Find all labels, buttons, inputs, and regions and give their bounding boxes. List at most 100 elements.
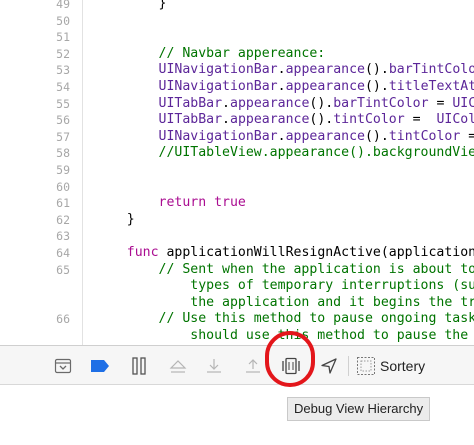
code-token: (). [309, 112, 334, 128]
code-token: . [277, 79, 286, 94]
code-text: UINavigationBar.appearance().barTintColo… [95, 62, 474, 78]
code-token: (). [364, 128, 389, 144]
code-token: types of temporary interruptions (such [95, 278, 474, 294]
line-number: 49 [56, 0, 70, 11]
code-text: } [95, 212, 135, 228]
code-token: barTintColor [333, 95, 429, 111]
code-token: // Sent when the application is about to… [95, 261, 474, 277]
code-line: 55 UITabBar.appearance().barTintColor = … [0, 96, 474, 112]
breakpoint-icon [91, 360, 109, 372]
code-text: UITabBar.appearance().tintColor = UIColo [95, 112, 474, 128]
code-token: = [404, 112, 437, 128]
code-line: 50 [0, 13, 474, 29]
line-number: 51 [56, 30, 70, 45]
breakpoints-toggle-button[interactable] [89, 355, 111, 377]
code-text: the application and it begins the tran [95, 295, 474, 311]
step-into-button[interactable] [203, 355, 225, 377]
code-token: (). [364, 79, 389, 94]
code-text: // Use this method to pause ongoing task… [95, 311, 474, 327]
code-text: //UITableView.appearance().backgroundVie… [95, 145, 474, 161]
code-line: 59 [0, 162, 474, 178]
code-token: } [95, 211, 135, 227]
step-over-button[interactable] [166, 355, 190, 377]
source-editor[interactable]: 49 } 50 51 52 // Navbar appereance: 53 UINav… [0, 0, 474, 345]
code-token: UINavigationBar [95, 62, 278, 78]
code-token: titleTextAtt [388, 79, 474, 94]
line-number: 57 [56, 129, 70, 144]
code-token: appearance [285, 62, 365, 78]
code-token: barTintColor [388, 62, 474, 78]
code-token: UITabBar [95, 95, 223, 111]
annotation-circle [265, 331, 315, 387]
location-arrow-icon [321, 358, 337, 374]
simulate-location-button[interactable] [318, 355, 340, 377]
code-token: UIColo [436, 112, 474, 128]
code-token: //UITableView.appearance().backgroundVie… [95, 145, 474, 161]
toolbar-separator [348, 356, 349, 376]
code-line: 64 func applicationWillResignActive(appl… [0, 245, 474, 261]
step-into-icon [207, 359, 221, 373]
target-selector[interactable] [355, 355, 377, 377]
code-text: UITabBar.appearance().barTintColor = UIC… [95, 96, 474, 112]
dashed-target-icon [357, 357, 375, 375]
code-text: UINavigationBar.appearance().titleTextAt… [95, 79, 474, 95]
pause-icon [132, 357, 146, 375]
line-number: 53 [56, 63, 70, 78]
code-token: = [468, 128, 474, 144]
line-number: 62 [56, 212, 70, 227]
pause-button[interactable] [128, 355, 150, 377]
target-label[interactable]: Sortery [380, 358, 425, 374]
step-over-icon [169, 360, 187, 373]
code-token: . [222, 112, 230, 128]
code-token: UITabBar [95, 112, 223, 128]
code-token: true [214, 195, 246, 211]
code-token: appearance [285, 79, 365, 94]
code-line: 63 [0, 228, 474, 244]
line-number: 50 [56, 13, 70, 28]
code-token: UICo [452, 95, 474, 111]
code-token: } [95, 0, 167, 11]
code-token: = [428, 95, 453, 111]
code-line: 66 // Use this method to pause ongoing t… [0, 311, 474, 327]
hide-debug-area-button[interactable] [52, 355, 74, 377]
code-token: return [95, 195, 207, 211]
code-token: . [222, 95, 230, 111]
step-out-button[interactable] [242, 355, 264, 377]
code-token: . [277, 128, 286, 144]
code-token: appearance [230, 95, 310, 111]
debug-toolbar: Sortery [0, 345, 474, 385]
line-number: 55 [56, 96, 70, 111]
code-text: // Navbar appereance: [95, 45, 326, 62]
code-line: 62 } [0, 212, 474, 228]
code-line: 56 UITabBar.appearance().tintColor = UIC… [0, 112, 474, 128]
tooltip: Debug View Hierarchy [287, 397, 431, 421]
code-token: the application and it begins the tran [95, 294, 474, 310]
line-number: 60 [56, 179, 70, 194]
code-line: 65 // Sent when the application is about… [0, 262, 474, 278]
code-token: // Navbar appereance: [95, 45, 326, 61]
code-token: UINavigationBar [95, 128, 278, 144]
debug-area-toggle-icon [54, 358, 72, 374]
code-token: . [277, 62, 286, 78]
code-token: tintColor [333, 112, 405, 128]
line-number: 54 [56, 80, 70, 94]
line-number: 56 [56, 113, 70, 128]
line-number: 58 [56, 146, 70, 161]
code-token: (). [364, 62, 389, 78]
code-line: types of temporary interruptions (such [0, 278, 474, 294]
code-text: UINavigationBar.appearance().tintColor =… [95, 129, 474, 145]
code-line: 49 } [0, 0, 474, 12]
code-text: return true [95, 195, 246, 211]
code-line: 60 [0, 179, 474, 195]
code-line: 57 UINavigationBar.appearance().tintColo… [0, 129, 474, 145]
code-line: 52 // Navbar appereance: [0, 46, 474, 62]
code-line: 61 return true [0, 195, 474, 211]
code-token: tintColor [388, 128, 461, 144]
code-text: } [95, 0, 167, 12]
code-line: should use this method to pause the ga [0, 328, 474, 344]
code-line: the application and it begins the tran [0, 295, 474, 311]
code-token: (). [309, 95, 334, 111]
code-token: applicationWillResignActive(application: [158, 245, 474, 260]
code-token: UINavigationBar [95, 79, 278, 94]
